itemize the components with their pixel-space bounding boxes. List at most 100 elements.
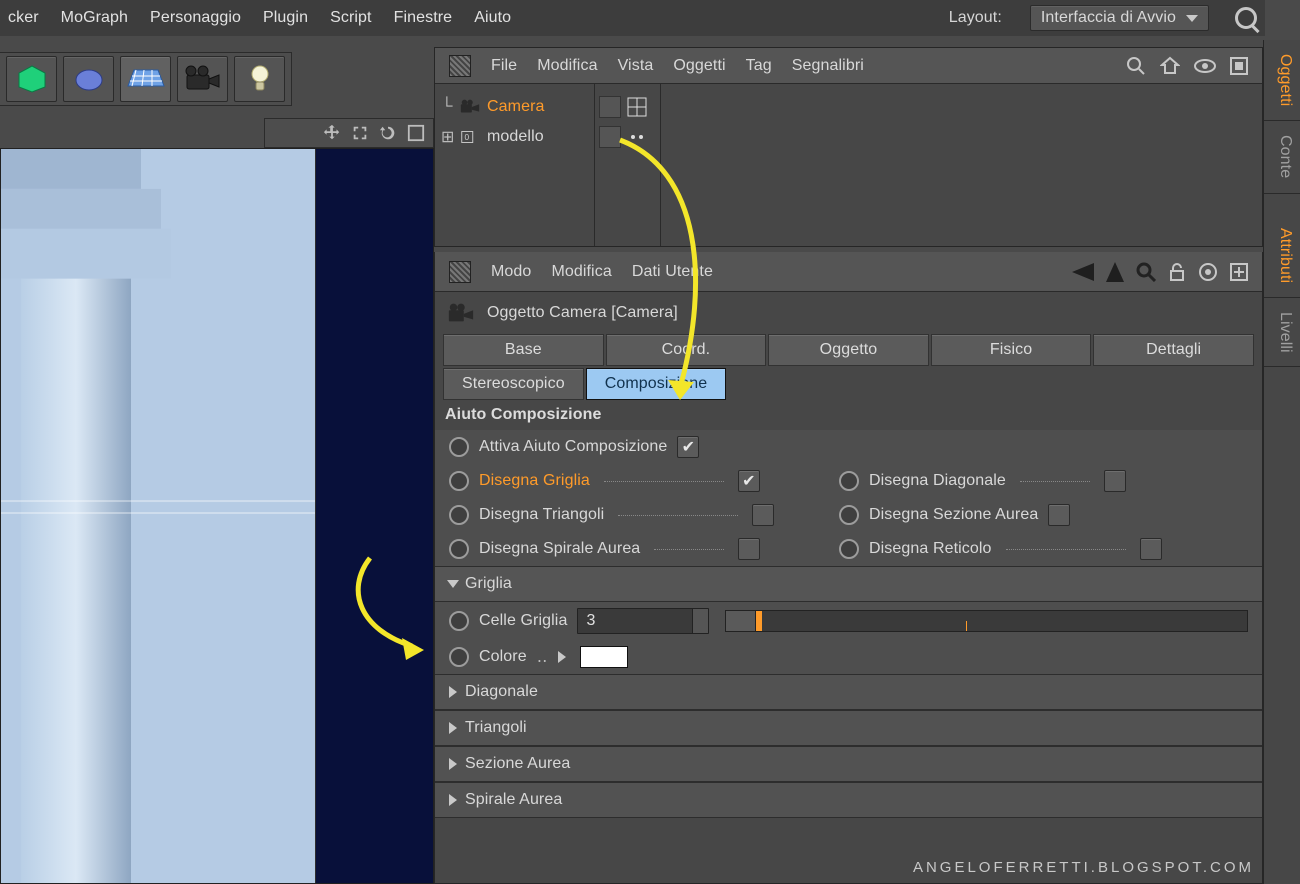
obj-menu[interactable]: Oggetti [673, 57, 725, 75]
opt-checkbox[interactable] [738, 538, 760, 560]
tool-camera[interactable] [177, 56, 228, 102]
fold-sezione-aurea[interactable]: Sezione Aurea [435, 746, 1262, 782]
opt-checkbox[interactable] [1048, 504, 1070, 526]
anim-dot[interactable] [449, 505, 469, 525]
opt-checkbox[interactable] [1104, 470, 1126, 492]
menu-item[interactable]: Plugin [263, 9, 308, 27]
menu-item[interactable]: Finestre [394, 9, 453, 27]
tree-row-model[interactable]: ⊞ 0 modello [441, 122, 588, 152]
opt-checkbox[interactable] [1140, 538, 1162, 560]
attr-tabs-row2: Stereoscopico Composizione [435, 366, 1262, 400]
cells-input[interactable]: 3 [577, 608, 709, 634]
menu-item[interactable]: Script [330, 9, 372, 27]
tab-dettagli[interactable]: Dettagli [1093, 334, 1254, 366]
tab-composizione[interactable]: Composizione [586, 368, 727, 400]
visibility-dots-icon[interactable] [627, 127, 647, 147]
move-icon[interactable] [323, 124, 341, 142]
search-icon[interactable] [1235, 7, 1257, 29]
anim-dot[interactable] [839, 471, 859, 491]
menu-item[interactable]: cker [8, 9, 39, 27]
obj-menu[interactable]: File [491, 57, 517, 75]
caret-down-icon [447, 580, 459, 588]
target-icon[interactable] [1198, 262, 1218, 282]
caret-right-icon [449, 794, 457, 806]
anim-dot[interactable] [839, 539, 859, 559]
sidetab-livelli[interactable]: Livelli [1264, 298, 1300, 368]
obj-menu[interactable]: Segnalibri [792, 57, 864, 75]
expand-icon[interactable] [558, 651, 566, 663]
obj-menu[interactable]: Modifica [537, 57, 597, 75]
scale-icon[interactable] [351, 124, 369, 142]
attr-menu[interactable]: Modifica [551, 263, 611, 281]
back-icon[interactable] [1072, 263, 1094, 281]
tab-coord[interactable]: Coord. [606, 334, 767, 366]
tree-row-camera[interactable]: └ Camera [441, 92, 588, 122]
lock-icon[interactable] [1168, 262, 1186, 282]
new-icon[interactable] [1230, 263, 1248, 281]
tool-shape[interactable] [63, 56, 114, 102]
anim-dot[interactable] [449, 471, 469, 491]
search-icon[interactable] [1136, 262, 1156, 282]
fold-spirale-aurea[interactable]: Spirale Aurea [435, 782, 1262, 818]
settings-icon[interactable] [1230, 57, 1248, 75]
tool-floor[interactable] [120, 56, 171, 102]
tab-base[interactable]: Base [443, 334, 604, 366]
tree-label: modello [487, 128, 544, 146]
anim-dot[interactable] [449, 437, 469, 457]
enable-checkbox[interactable]: ✔ [677, 436, 699, 458]
cells-slider[interactable] [725, 610, 1248, 632]
menu-item[interactable]: Aiuto [474, 9, 511, 27]
tool-primitive[interactable] [6, 56, 57, 102]
eye-icon[interactable] [1194, 58, 1216, 74]
maximize-icon[interactable] [407, 124, 425, 142]
opt-label: Disegna Sezione Aurea [869, 506, 1038, 524]
layer-tag[interactable] [599, 96, 621, 118]
attr-menu[interactable]: Modo [491, 263, 531, 281]
color-swatch[interactable] [580, 646, 628, 668]
fold-label: Triangoli [465, 719, 527, 737]
home-icon[interactable] [1160, 56, 1180, 76]
layer-tag[interactable] [599, 126, 621, 148]
anim-dot[interactable] [449, 539, 469, 559]
obj-menu[interactable]: Tag [746, 57, 772, 75]
stepper-icon[interactable] [692, 609, 708, 633]
tree-branch-icon: └ [441, 98, 453, 116]
anim-dot[interactable] [449, 647, 469, 667]
tab-fisico[interactable]: Fisico [931, 334, 1092, 366]
main-menubar: cker MoGraph Personaggio Plugin Script F… [0, 0, 1265, 36]
side-tabs: Oggetti Conte Attributi Livelli [1263, 40, 1300, 884]
attr-menu[interactable]: Dati Utente [632, 263, 713, 281]
expand-icon[interactable]: ⊞ [441, 127, 453, 147]
crosshair-icon[interactable] [627, 97, 647, 117]
sidetab-attributi[interactable]: Attributi [1264, 214, 1300, 298]
tag-column [595, 84, 661, 246]
viewport[interactable] [0, 148, 434, 884]
tool-light[interactable] [234, 56, 285, 102]
opt-checkbox[interactable]: ✔ [738, 470, 760, 492]
layout-label: Layout: [949, 9, 1002, 27]
sidetab-oggetti[interactable]: Oggetti [1264, 40, 1300, 121]
anim-dot[interactable] [839, 505, 859, 525]
svg-text:0: 0 [465, 133, 470, 142]
fold-triangoli[interactable]: Triangoli [435, 710, 1262, 746]
opt-checkbox[interactable] [752, 504, 774, 526]
search-icon[interactable] [1126, 56, 1146, 76]
menu-item[interactable]: Personaggio [150, 9, 241, 27]
tab-oggetto[interactable]: Oggetto [768, 334, 929, 366]
viewport-render [1, 149, 319, 883]
up-icon[interactable] [1106, 262, 1124, 282]
anim-dot[interactable] [449, 611, 469, 631]
object-tree[interactable]: └ Camera ⊞ 0 modello [435, 84, 595, 246]
sidetab-conte[interactable]: Conte [1264, 121, 1300, 193]
fold-griglia[interactable]: Griglia [435, 566, 1262, 602]
object-title: Oggetto Camera [Camera] [435, 292, 1262, 334]
tab-stereoscopico[interactable]: Stereoscopico [443, 368, 584, 400]
obj-menu[interactable]: Vista [618, 57, 654, 75]
layout-select[interactable]: Interfaccia di Avvio [1030, 5, 1209, 31]
menu-item[interactable]: MoGraph [61, 9, 128, 27]
opt-label: Disegna Spirale Aurea [479, 540, 640, 558]
view-icon[interactable] [449, 261, 471, 283]
rotate-icon[interactable] [379, 124, 397, 142]
view-icon[interactable] [449, 55, 471, 77]
fold-diagonale[interactable]: Diagonale [435, 674, 1262, 710]
